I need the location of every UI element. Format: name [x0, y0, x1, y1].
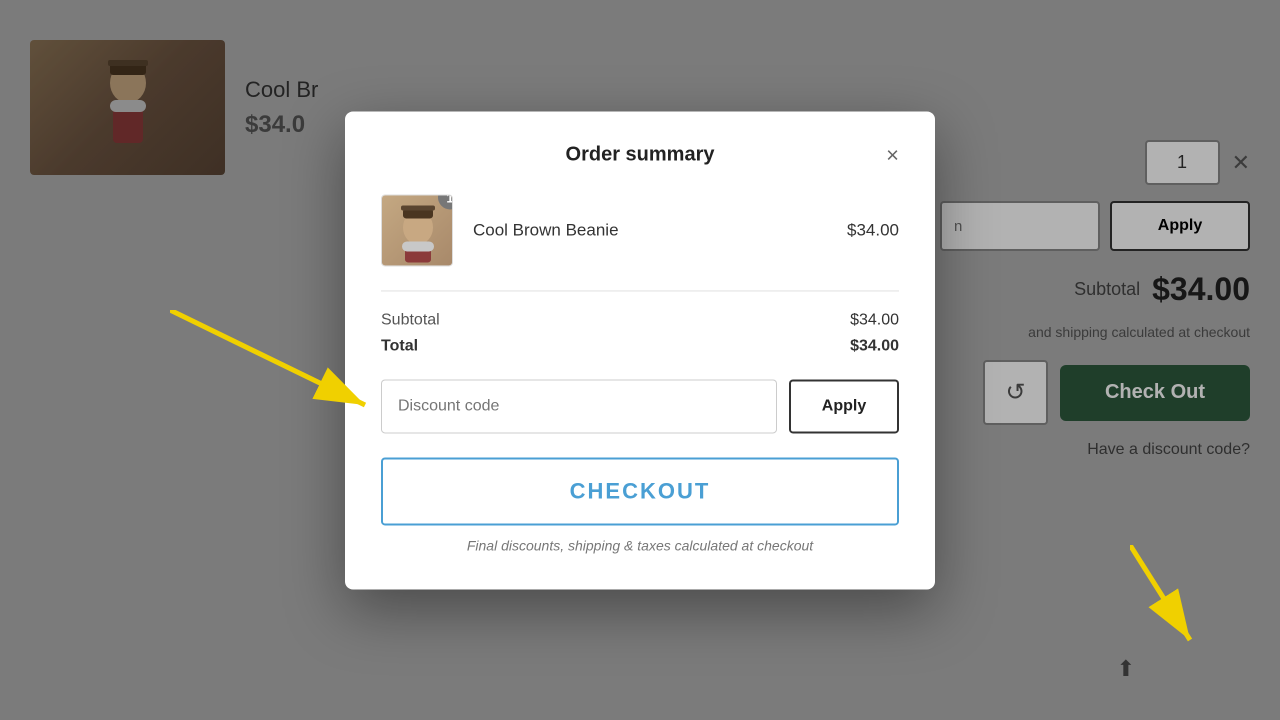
modal-subtotal-value: $34.00: [850, 311, 899, 329]
modal-header: Order summary ×: [381, 143, 899, 166]
modal-discount-input[interactable]: [381, 379, 777, 433]
modal-checkout-button[interactable]: CHECKOUT: [381, 457, 899, 525]
modal-total-value: $34.00: [850, 337, 899, 355]
order-summary-modal: Order summary × 1 Cool Brown Beanie $34.…: [345, 111, 935, 589]
modal-totals: Subtotal $34.00 Total $34.00: [381, 311, 899, 355]
modal-product-thumbnail: 1: [381, 194, 453, 266]
modal-subtotal-label: Subtotal: [381, 311, 440, 329]
modal-product-item: 1 Cool Brown Beanie $34.00: [381, 194, 899, 266]
modal-close-button[interactable]: ×: [886, 144, 899, 166]
modal-subtotal-row: Subtotal $34.00: [381, 311, 899, 329]
modal-divider: [381, 290, 899, 291]
modal-total-label: Total: [381, 337, 418, 355]
modal-total-row: Total $34.00: [381, 337, 899, 355]
modal-product-name: Cool Brown Beanie: [473, 220, 827, 240]
modal-product-price: $34.00: [847, 220, 899, 240]
modal-discount-row: Apply: [381, 379, 899, 433]
modal-title: Order summary: [566, 143, 715, 166]
modal-footnote: Final discounts, shipping & taxes calcul…: [381, 537, 899, 553]
modal-apply-button[interactable]: Apply: [789, 379, 899, 433]
